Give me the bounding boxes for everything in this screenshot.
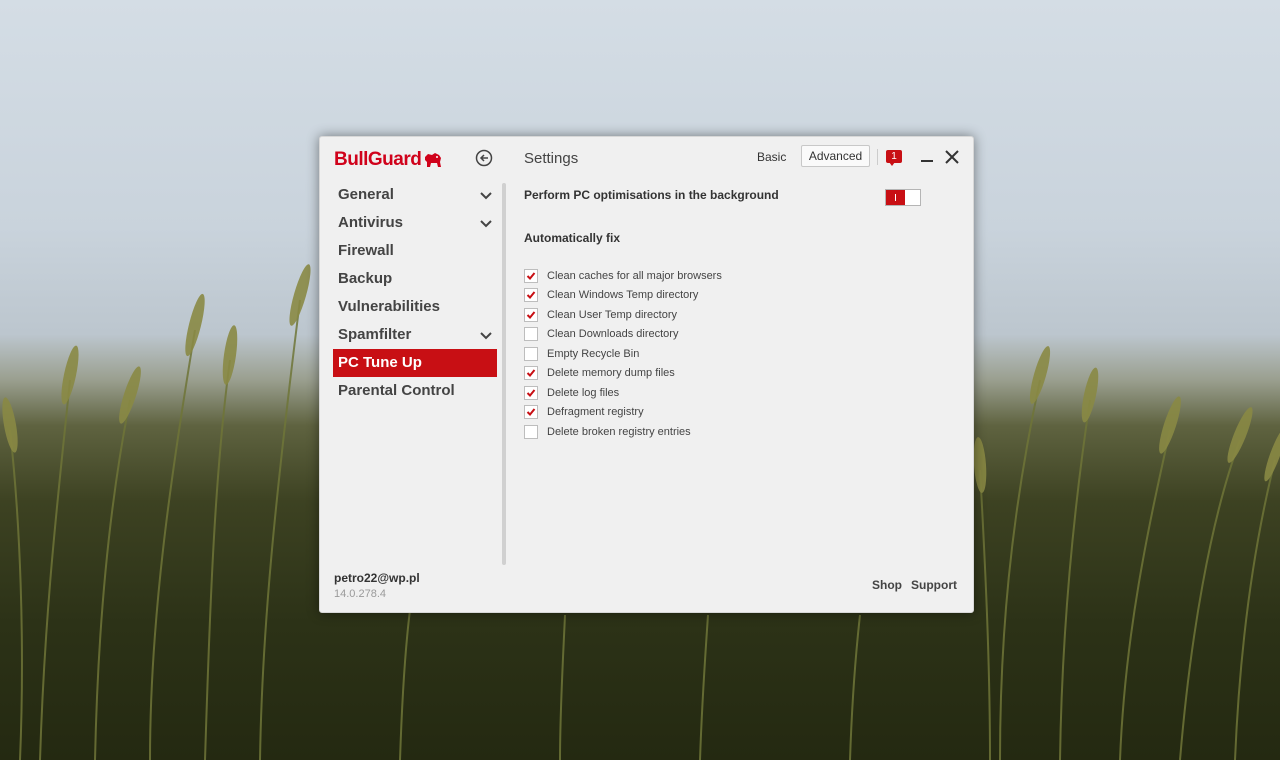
sidebar-item-vulnerabilities[interactable]: Vulnerabilities [333,293,497,321]
option-defragment-registry[interactable]: Defragment registry [524,403,722,423]
bulldog-icon [425,153,442,167]
sidebar-item-label: Backup [338,270,393,287]
option-clean-windows-temp[interactable]: Clean Windows Temp directory [524,286,722,306]
option-delete-broken-registry[interactable]: Delete broken registry entries [524,422,722,442]
sidebar-item-firewall[interactable]: Firewall [333,237,497,265]
automatically-fix-heading: Automatically fix [524,231,621,245]
user-email: petro22@wp.pl [334,571,420,585]
checkbox[interactable] [524,327,538,342]
option-label: Defragment registry [547,406,644,419]
checkmark-icon [526,291,536,300]
sidebar-item-antivirus[interactable]: Antivirus [333,209,497,237]
shop-link[interactable]: Shop [872,578,902,592]
option-label: Clean Downloads directory [547,328,679,341]
option-delete-log-files[interactable]: Delete log files [524,383,722,403]
auto-fix-options: Clean caches for all major browsers Clea… [524,266,722,442]
support-link[interactable]: Support [911,578,957,592]
minimize-icon[interactable] [920,150,934,164]
option-label: Delete log files [547,386,620,399]
sidebar-item-label: Antivirus [338,214,404,231]
sidebar-scrollbar[interactable] [502,183,506,565]
sidebar-item-general[interactable]: General [333,181,497,209]
option-clean-user-temp[interactable]: Clean User Temp directory [524,305,722,325]
sidebar-item-label: General [338,186,394,203]
chevron-down-icon [480,192,492,200]
chevron-down-icon [480,220,492,228]
bullguard-logo: BullGuard [334,148,443,172]
option-empty-recycle-bin[interactable]: Empty Recycle Bin [524,344,722,364]
settings-sidebar: General Antivirus Firewall Backup Vulner… [333,181,497,405]
chevron-down-icon [480,332,492,340]
option-label: Clean caches for all major browsers [547,269,722,282]
background-optimisation-label: Perform PC optimisations in the backgrou… [524,188,779,202]
option-label: Delete broken registry entries [547,425,691,438]
sidebar-item-label: Parental Control [338,382,455,399]
option-label: Clean Windows Temp directory [547,289,699,302]
option-label: Clean User Temp directory [547,308,678,321]
checkbox[interactable] [524,366,538,381]
bullguard-settings-window: BullGuard Settings Basic Advanced 1 Gene… [319,136,974,613]
option-label: Delete memory dump files [547,367,675,380]
checkbox[interactable] [524,405,538,420]
basic-mode-button[interactable]: Basic [757,150,786,164]
checkbox[interactable] [524,288,538,303]
version-number: 14.0.278.4 [334,588,386,600]
sidebar-item-label: PC Tune Up [338,354,422,371]
sidebar-item-label: Firewall [338,242,394,259]
option-label: Empty Recycle Bin [547,347,640,360]
checkbox[interactable] [524,268,538,283]
notifications-button[interactable]: 1 [886,150,902,166]
checkbox[interactable] [524,307,538,322]
option-clean-downloads[interactable]: Clean Downloads directory [524,325,722,345]
sidebar-item-backup[interactable]: Backup [333,265,497,293]
checkmark-icon [526,408,536,417]
page-title: Settings [524,150,579,167]
checkbox[interactable] [524,385,538,400]
advanced-mode-button[interactable]: Advanced [801,145,870,167]
checkbox[interactable] [524,346,538,361]
sidebar-item-pc-tune-up[interactable]: PC Tune Up [333,349,497,377]
option-clean-browser-caches[interactable]: Clean caches for all major browsers [524,266,722,286]
background-optimisation-toggle[interactable] [885,189,921,206]
sidebar-item-spamfilter[interactable]: Spamfilter [333,321,497,349]
sidebar-item-parental-control[interactable]: Parental Control [333,377,497,405]
checkbox[interactable] [524,424,538,439]
speech-bubble-icon [889,162,895,166]
logo-text: BullGuard [334,149,422,170]
sidebar-item-label: Vulnerabilities [338,298,440,315]
sidebar-item-label: Spamfilter [338,326,412,343]
checkmark-icon [526,272,536,280]
header-divider [877,149,878,165]
close-icon[interactable] [944,149,960,165]
checkmark-icon [526,311,536,319]
checkmark-icon [526,389,536,397]
option-delete-memory-dumps[interactable]: Delete memory dump files [524,364,722,384]
toggle-on-indicator [886,190,905,205]
checkmark-icon [526,369,536,378]
back-arrow-icon[interactable] [475,149,493,167]
